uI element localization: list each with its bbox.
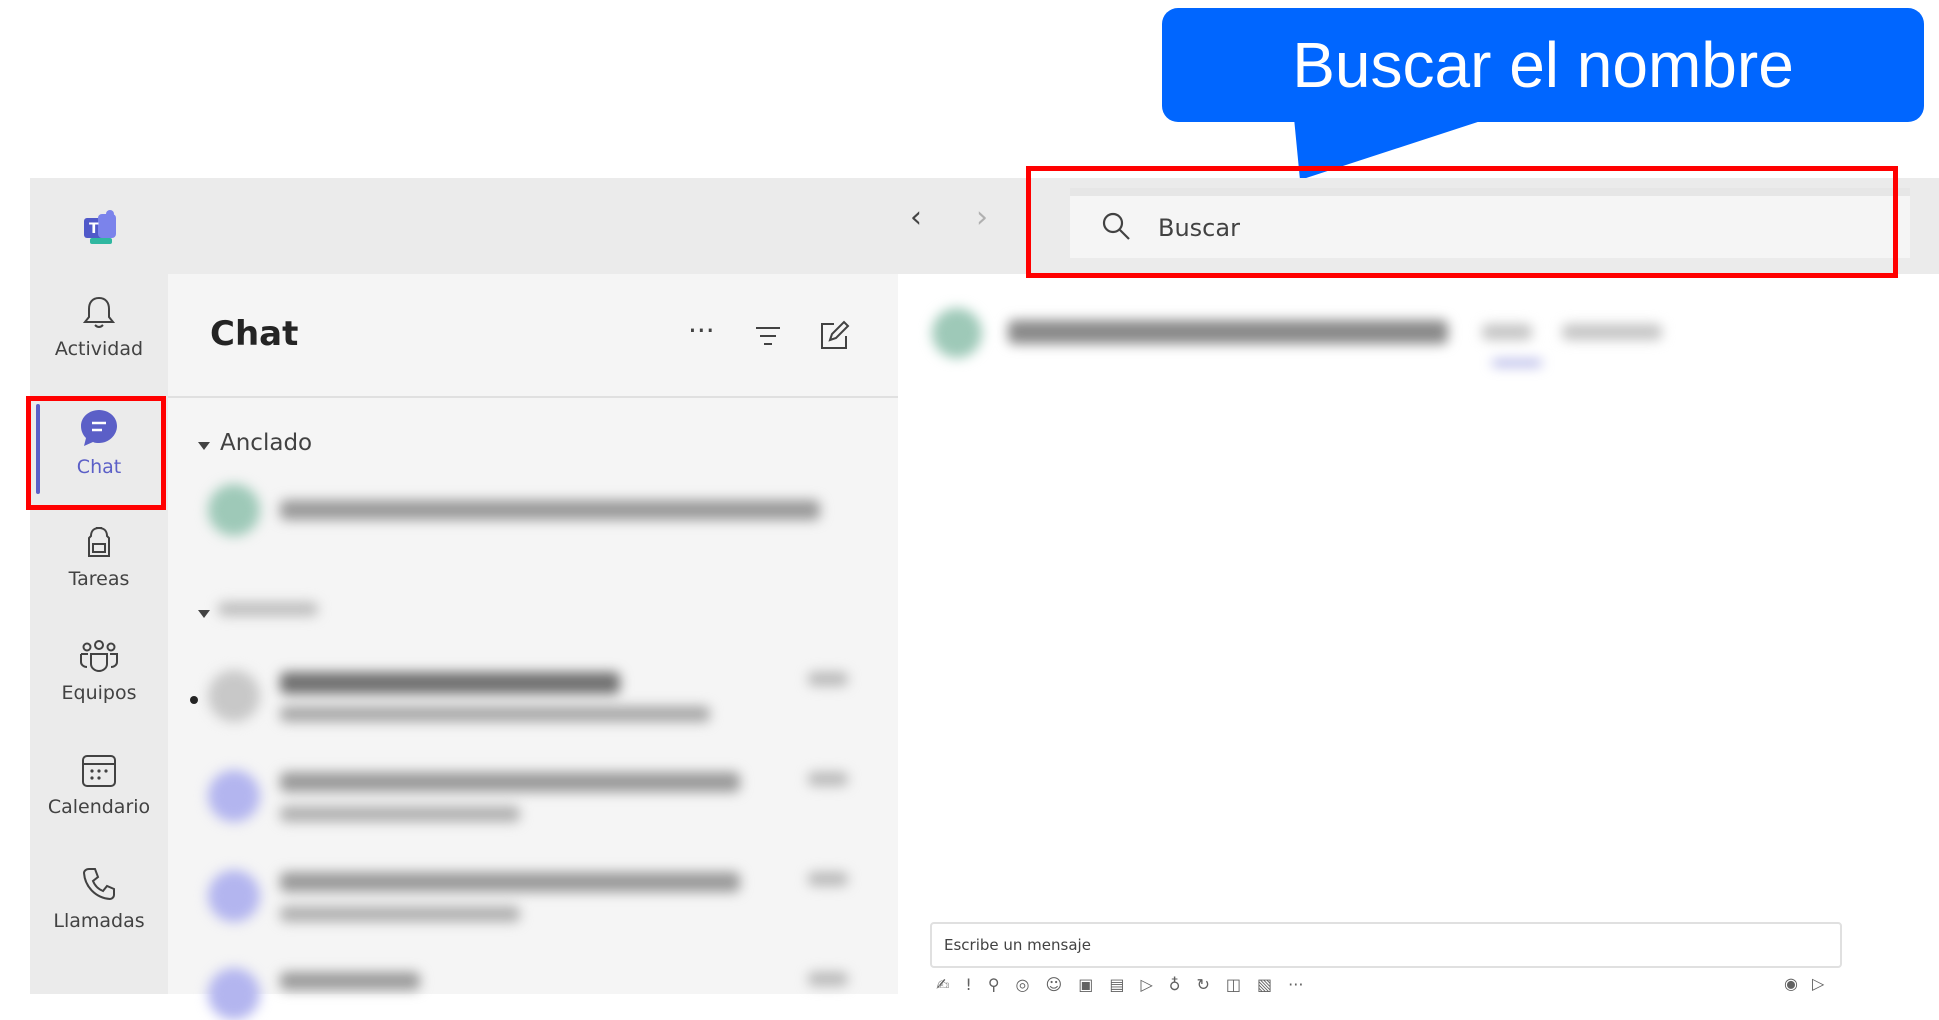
new-chat-icon[interactable] [816, 318, 852, 354]
phone-icon [82, 868, 115, 901]
page-title: Chat [210, 314, 299, 354]
rail-label: Equipos [61, 682, 137, 704]
collapse-caret-icon[interactable] [198, 610, 210, 618]
svg-text:T: T [89, 221, 99, 237]
calendar-icon [82, 755, 116, 787]
more-actions-icon[interactable]: ··· [1288, 975, 1303, 994]
schedule-icon[interactable]: ▤ [1109, 975, 1124, 994]
compose-toolbar: ✍ ! ⚲ ◎ ☺ ▣ ▤ ▷ ♁ ↻ ◫ ▧ ··· [936, 974, 1303, 994]
rail-item-tareas[interactable]: Tareas [30, 510, 168, 620]
chat-list-panel: Chat ··· Anclado [168, 274, 898, 1020]
emoji-icon[interactable]: ☺ [1046, 975, 1063, 994]
app-rail: Actividad Chat Tareas Equipos Calendario… [30, 274, 168, 994]
attach-icon[interactable]: ⚲ [988, 975, 1000, 994]
rail-item-llamadas[interactable]: Llamadas [30, 852, 168, 962]
teams-icon [80, 640, 118, 673]
loop-icon[interactable]: ◎ [1016, 975, 1030, 994]
filter-icon[interactable] [750, 318, 786, 354]
praise-icon[interactable]: ♁ [1169, 975, 1181, 994]
list-item[interactable] [208, 958, 868, 1020]
refresh-icon[interactable]: ↻ [1196, 975, 1209, 994]
format-icon[interactable]: ✍ [936, 975, 949, 994]
list-item[interactable] [208, 658, 868, 738]
list-item[interactable] [208, 480, 848, 540]
send-toolbar: ◉ ▷ [1784, 974, 1824, 993]
priority-icon[interactable]: ! [965, 975, 971, 994]
annotation-callout: Buscar el nombre [1162, 8, 1924, 122]
section-pinned[interactable]: Anclado [220, 430, 312, 456]
section-recent[interactable] [218, 594, 338, 624]
rail-label: Llamadas [53, 910, 145, 932]
callout-text: Buscar el nombre [1292, 29, 1794, 101]
audio-icon[interactable]: ◉ [1784, 974, 1798, 993]
sticker-icon[interactable]: ▣ [1078, 975, 1093, 994]
more-options-icon[interactable]: ··· [688, 314, 715, 347]
stream-icon[interactable]: ▷ [1140, 975, 1152, 994]
chat-header: Chat ··· [168, 274, 898, 398]
bell-icon [82, 296, 116, 328]
teams-logo-icon: T [84, 210, 116, 244]
approvals-icon[interactable]: ▧ [1257, 975, 1272, 994]
back-arrow-icon[interactable]: ‹ [910, 200, 922, 235]
rail-label: Actividad [54, 338, 144, 360]
rail-item-actividad[interactable]: Actividad [30, 280, 168, 390]
unread-dot [190, 696, 198, 704]
rail-label: Tareas [68, 568, 130, 590]
send-icon[interactable]: ▷ [1812, 974, 1824, 993]
forward-arrow-icon[interactable]: › [976, 200, 988, 235]
chat-highlight-box [26, 396, 166, 510]
conversation-pane [898, 274, 1939, 994]
rail-label: Calendario [47, 796, 151, 818]
conversation-header [922, 298, 1822, 378]
list-item[interactable] [208, 858, 868, 938]
teams-window: T ‹ › Buscar Actividad Chat Tareas Equip… [30, 178, 1939, 1020]
backpack-icon [88, 526, 110, 557]
message-compose-box[interactable]: Escribe un mensaje [930, 922, 1842, 968]
compose-placeholder: Escribe un mensaje [944, 936, 1091, 954]
rail-item-calendario[interactable]: Calendario [30, 738, 168, 848]
search-highlight-box [1026, 166, 1898, 278]
apps-icon[interactable]: ◫ [1226, 975, 1241, 994]
collapse-caret-icon[interactable] [198, 442, 210, 450]
rail-item-equipos[interactable]: Equipos [30, 624, 168, 734]
list-item[interactable] [208, 758, 868, 838]
